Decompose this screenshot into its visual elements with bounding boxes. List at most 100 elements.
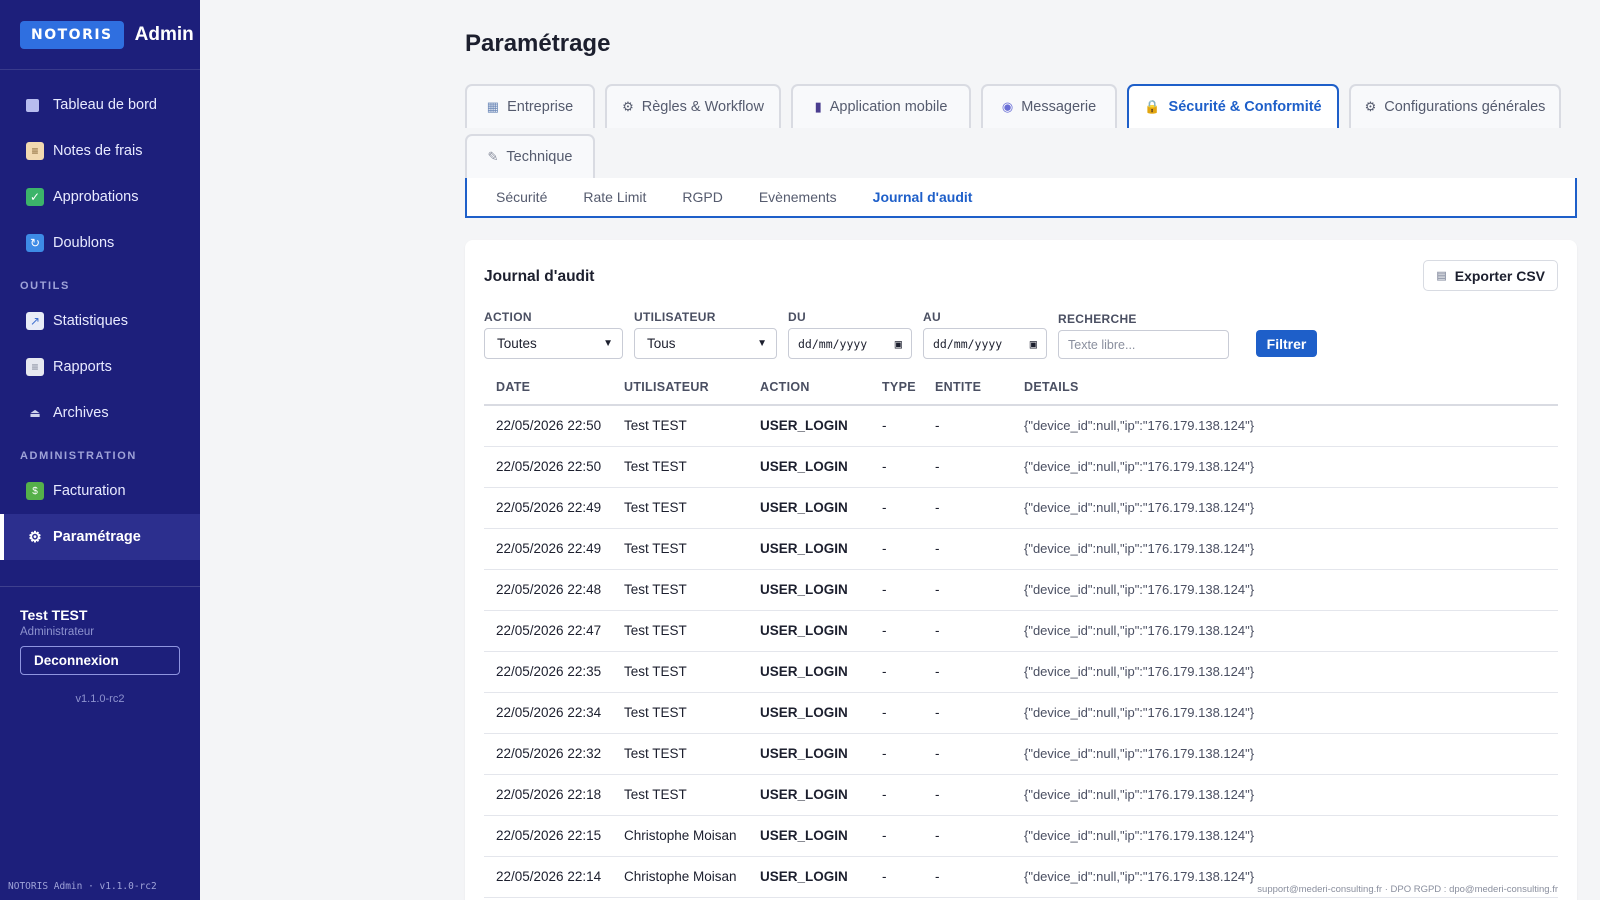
col-date[interactable]: DATE: [484, 370, 612, 406]
subtab-evenements[interactable]: Evènements: [759, 189, 837, 205]
sidebar-item-statistiques[interactable]: ↗ Statistiques: [0, 298, 200, 344]
cell-entity: -: [923, 733, 1012, 775]
user-name: Test TEST: [20, 607, 88, 623]
search-input[interactable]: Texte libre...: [1058, 330, 1229, 359]
check-icon: ✓: [26, 188, 44, 206]
logout-button[interactable]: Deconnexion: [20, 646, 180, 675]
col-action[interactable]: ACTION: [748, 370, 870, 406]
sidebar-item-approbations[interactable]: ✓ Approbations: [0, 174, 200, 220]
user-block: Test TEST Administrateur Deconnexion v1.…: [0, 586, 200, 705]
tab-label: Règles & Workflow: [641, 99, 764, 115]
filter-search: RECHERCHE Texte libre...: [1058, 312, 1229, 359]
date-to-input[interactable]: dd/mm/yyyy ▣: [923, 328, 1047, 359]
cell-user: Test TEST: [612, 733, 748, 775]
cell-action: USER_LOGIN: [748, 733, 870, 775]
cell-entity: -: [923, 774, 1012, 816]
date-to-value: dd/mm/yyyy: [933, 336, 1003, 351]
cell-type: -: [870, 774, 923, 816]
table-row[interactable]: 22/05/2026 22:48 Test TEST USER_LOGIN - - {"d…: [484, 569, 1558, 611]
date-from-input[interactable]: dd/mm/yyyy ▣: [788, 328, 912, 359]
cell-type: -: [870, 610, 923, 652]
sidebar-item-doublons[interactable]: ↻ Doublons: [0, 220, 200, 266]
audit-card: Journal d'audit ▤ Exporter CSV ACTION To…: [465, 240, 1577, 900]
subtab-securite[interactable]: Sécurité: [496, 189, 547, 205]
cell-details: {"device_id":null,"ip":"176.179.138.124"…: [1012, 569, 1558, 611]
cell-entity: -: [923, 405, 1012, 447]
action-select[interactable]: Toutes ▼: [484, 328, 623, 359]
filter-submit-button[interactable]: Filtrer: [1256, 330, 1317, 357]
brand-logo: NOTORIS: [20, 20, 124, 49]
table-row[interactable]: 22/05/2026 22:49 Test TEST USER_LOGIN - - {"d…: [484, 487, 1558, 529]
cell-type: -: [870, 856, 923, 898]
sidebar-item-rapports[interactable]: ≡ Rapports: [0, 344, 200, 390]
tab-label: Configurations générales: [1384, 99, 1546, 115]
cell-type: -: [870, 733, 923, 775]
col-utilisateur[interactable]: UTILISATEUR: [612, 370, 748, 406]
page-title: Paramétrage: [465, 30, 611, 57]
col-type[interactable]: TYPE: [870, 370, 923, 406]
brand[interactable]: NOTORIS Admin: [0, 0, 200, 70]
cell-action: USER_LOGIN: [748, 446, 870, 488]
tab-regles-workflow[interactable]: ⚙ Règles & Workflow: [605, 84, 781, 128]
cell-user: Test TEST: [612, 405, 748, 447]
sidebar-item-facturation[interactable]: $ Facturation: [0, 468, 200, 514]
tab-label: Sécurité & Conformité: [1168, 99, 1322, 115]
cell-details: {"device_id":null,"ip":"176.179.138.124"…: [1012, 610, 1558, 652]
section-administration: ADMINISTRATION: [20, 450, 137, 462]
tab-technique[interactable]: ✎ Technique: [465, 134, 595, 178]
tab-label: Entreprise: [507, 99, 574, 115]
filter-action: ACTION Toutes ▼: [484, 310, 623, 359]
cell-user: Christophe Moisan: [612, 815, 748, 857]
gear-icon: ⚙: [1364, 99, 1377, 114]
lock-icon: 🔒: [1144, 99, 1161, 114]
col-details[interactable]: DETAILS: [1012, 370, 1558, 406]
table-row[interactable]: 22/05/2026 22:34 Test TEST USER_LOGIN - - {"d…: [484, 692, 1558, 734]
cell-user: Test TEST: [612, 610, 748, 652]
subtab-rgpd[interactable]: RGPD: [682, 189, 722, 205]
cell-entity: -: [923, 569, 1012, 611]
subtab-rate-limit[interactable]: Rate Limit: [583, 189, 646, 205]
export-csv-button[interactable]: ▤ Exporter CSV: [1423, 260, 1558, 291]
user-role: Administrateur: [20, 626, 95, 638]
col-entite[interactable]: ENTITE: [923, 370, 1012, 406]
table-row[interactable]: 22/05/2026 22:32 Test TEST USER_LOGIN - - {"d…: [484, 733, 1558, 775]
dashboard-icon: [26, 98, 39, 112]
tab-label: Technique: [506, 149, 573, 165]
filter-au: AU dd/mm/yyyy ▣: [923, 310, 1047, 359]
tab-entreprise[interactable]: ▦ Entreprise: [465, 84, 595, 128]
cell-user: Test TEST: [612, 446, 748, 488]
table-row[interactable]: 22/05/2026 22:49 Test TEST USER_LOGIN - - {"d…: [484, 528, 1558, 570]
cell-action: USER_LOGIN: [748, 651, 870, 693]
cell-action: USER_LOGIN: [748, 856, 870, 898]
table-row[interactable]: 22/05/2026 22:35 Test TEST USER_LOGIN - - {"d…: [484, 651, 1558, 693]
tab-application-mobile[interactable]: ▮ Application mobile: [791, 84, 971, 128]
sidebar-item-tableau-de-bord[interactable]: Tableau de bord: [0, 82, 200, 128]
export-csv-label: Exporter CSV: [1454, 267, 1545, 284]
sidebar-item-notes-de-frais[interactable]: ≡ Notes de frais: [0, 128, 200, 174]
tab-messagerie[interactable]: ◉ Messagerie: [981, 84, 1117, 128]
money-icon: $: [26, 482, 44, 500]
brand-title: Admin: [134, 23, 194, 45]
filter-user: UTILISATEUR Tous ▼: [634, 310, 777, 359]
security-subtabs: Sécurité Rate Limit RGPD Evènements Jour…: [465, 178, 1577, 218]
tab-securite-conformite[interactable]: 🔒 Sécurité & Conformité: [1127, 84, 1339, 128]
table-row[interactable]: 22/05/2026 22:50 Test TEST USER_LOGIN - - {"d…: [484, 446, 1558, 488]
calendar-icon: ▣: [1029, 336, 1037, 351]
receipt-icon: ≡: [26, 142, 44, 160]
user-select[interactable]: Tous ▼: [634, 328, 777, 359]
sidebar-item-parametrage[interactable]: ⚙ Paramétrage: [0, 514, 200, 560]
subtab-journal-audit[interactable]: Journal d'audit: [873, 189, 973, 205]
cell-date: 22/05/2026 22:47: [484, 610, 612, 652]
table-row[interactable]: 22/05/2026 22:18 Test TEST USER_LOGIN - - {"d…: [484, 774, 1558, 816]
phone-icon: ▮: [814, 99, 822, 114]
table-row[interactable]: 22/05/2026 22:15 Christophe Moisan USER_LO…: [484, 815, 1558, 857]
cell-action: USER_LOGIN: [748, 405, 870, 447]
sidebar-item-archives[interactable]: ⏏ Archives: [0, 390, 200, 436]
cell-date: 22/05/2026 22:50: [484, 405, 612, 447]
tab-configurations-generales[interactable]: ⚙ Configurations générales: [1349, 84, 1561, 128]
tab-label: Application mobile: [829, 99, 948, 115]
filter-du-label: DU: [788, 310, 806, 324]
sidebar-item-label: Paramétrage: [53, 529, 141, 545]
table-row[interactable]: 22/05/2026 22:50 Test TEST USER_LOGIN - - {"d…: [484, 405, 1558, 447]
table-row[interactable]: 22/05/2026 22:47 Test TEST USER_LOGIN - - {"d…: [484, 610, 1558, 652]
